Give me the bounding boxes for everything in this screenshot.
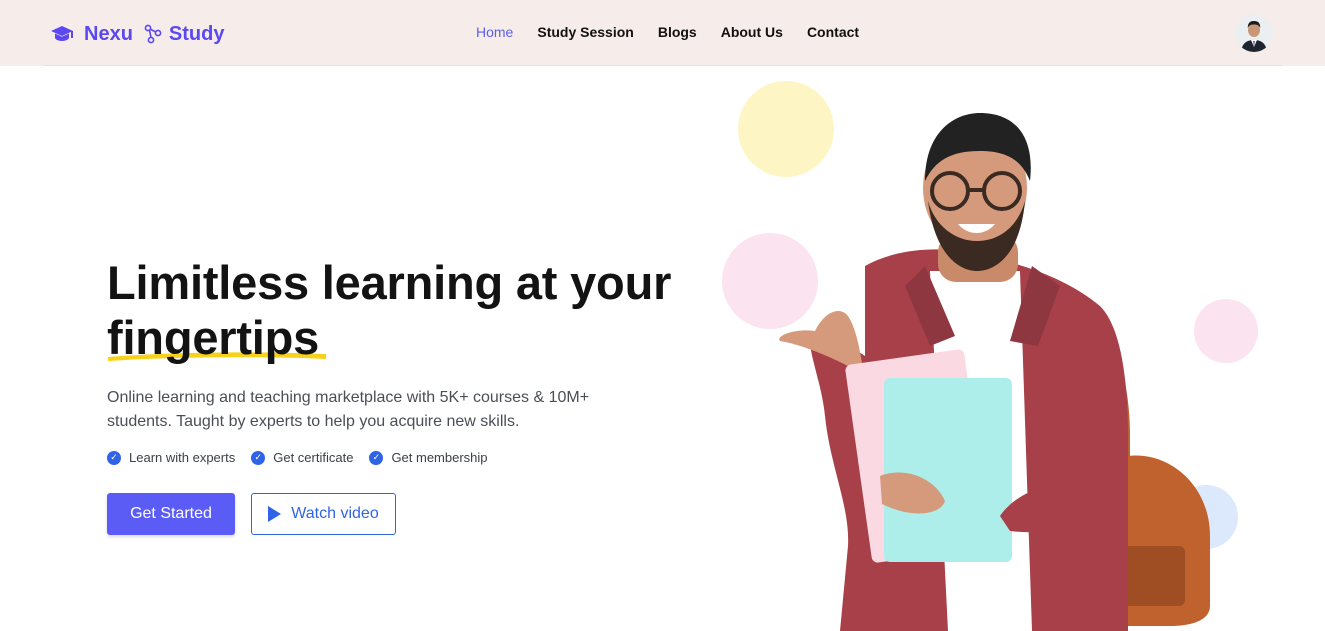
brand-name-part1: Nexu (84, 22, 133, 45)
watch-video-label: Watch video (291, 505, 379, 522)
feature-list: ✓ Learn with experts ✓ Get certificate ✓… (107, 450, 504, 465)
brand-name-part2: Study (168, 22, 225, 45)
nav-home[interactable]: Home (476, 24, 513, 40)
hero-headline-line2: fingertips (107, 311, 320, 364)
feature-label: Get membership (391, 450, 488, 465)
graduation-cap-icon (51, 26, 73, 41)
feature-item: ✓ Learn with experts (107, 450, 235, 465)
user-avatar[interactable] (1235, 14, 1273, 52)
nav-blogs[interactable]: Blogs (658, 24, 697, 40)
check-circle-icon: ✓ (369, 450, 384, 465)
nav-contact[interactable]: Contact (807, 24, 859, 40)
nav-study-session[interactable]: Study Session (537, 24, 633, 40)
feature-item: ✓ Get membership (369, 450, 488, 465)
feature-label: Learn with experts (129, 450, 236, 465)
user-avatar-image (1235, 14, 1273, 52)
get-started-button[interactable]: Get Started (107, 493, 235, 535)
watch-video-button[interactable]: Watch video (251, 493, 396, 535)
check-circle-icon: ✓ (251, 450, 266, 465)
hero-headline: Limitless learning at your fingertips (107, 255, 717, 365)
feature-label: Get certificate (273, 450, 354, 465)
play-icon (268, 506, 282, 522)
navbar-divider (44, 65, 1282, 66)
hero-student-illustration (779, 113, 1210, 631)
branch-icon (144, 24, 162, 44)
main-nav: Home Study Session Blogs About Us Contac… (476, 24, 883, 40)
hero-subtext: Online learning and teaching marketplace… (107, 389, 590, 430)
brand-logo[interactable]: Nexu Study (50, 20, 224, 48)
feature-item: ✓ Get certificate (251, 450, 353, 465)
check-circle-icon: ✓ (107, 450, 121, 465)
nav-about-us[interactable]: About Us (721, 24, 783, 40)
hero-headline-highlight: fingertips (107, 310, 326, 365)
hero-headline-line1: Limitless learning at your (107, 256, 672, 309)
